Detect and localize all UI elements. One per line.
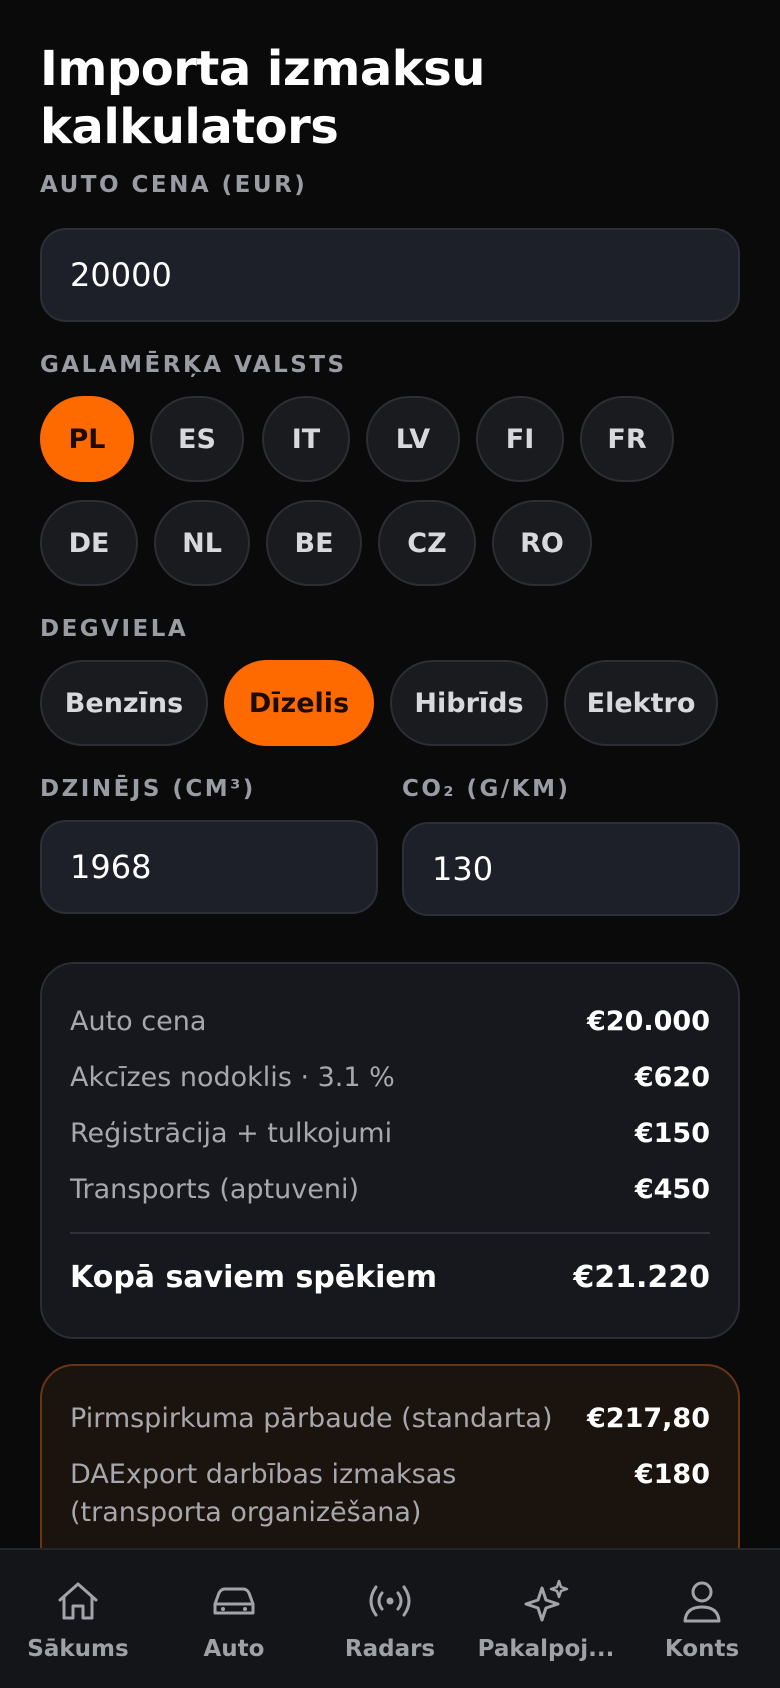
fuel-chip-petrol[interactable]: Benzīns [40, 660, 208, 746]
country-chip-be[interactable]: BE [266, 500, 362, 586]
country-chip-ro[interactable]: RO [492, 500, 592, 586]
fuel-chip-hybrid[interactable]: Hibrīds [390, 660, 548, 746]
nav-item-radar[interactable]: Radars [312, 1550, 468, 1688]
page-title: Importa izmaksu kalkulators [40, 41, 485, 155]
country-chip-cz[interactable]: CZ [378, 500, 476, 586]
engine-input[interactable]: 1968 [40, 820, 378, 914]
service-row: DAExport darbības izmaksas (transporta o… [70, 1459, 710, 1528]
summary-row: Auto cena €20.000 [70, 1006, 710, 1037]
summary-total: Kopā saviem spēkiem €21.220 [70, 1260, 710, 1295]
car-icon [213, 1587, 255, 1615]
user-icon [683, 1581, 721, 1623]
price-input[interactable]: 20000 [40, 228, 740, 322]
radar-icon [369, 1585, 411, 1617]
country-chip-fi[interactable]: FI [476, 396, 564, 482]
cost-summary-card: Auto cena €20.000 Akcīzes nodoklis · 3.1… [40, 962, 740, 1339]
co2-input[interactable]: 130 [402, 822, 740, 916]
country-chip-pl[interactable]: PL [40, 396, 134, 482]
nav-item-services[interactable]: Pakalpoj... [468, 1550, 624, 1688]
service-row: Pirmspirkuma pārbaude (standarta) €217,8… [70, 1403, 710, 1434]
engine-label: DZINĒJS (CM³) [40, 776, 256, 802]
home-icon [58, 1582, 98, 1620]
nav-item-account[interactable]: Konts [624, 1550, 780, 1688]
country-chip-es[interactable]: ES [150, 396, 244, 482]
summary-row: Akcīzes nodoklis · 3.1 % €620 [70, 1062, 710, 1093]
fuel-chip-electric[interactable]: Elektro [564, 660, 718, 746]
co2-label: CO₂ (G/KM) [402, 776, 571, 802]
summary-row: Transports (aptuveni) €450 [70, 1174, 710, 1205]
country-chip-lv[interactable]: LV [366, 396, 460, 482]
summary-row: Reģistrācija + tulkojumi €150 [70, 1118, 710, 1149]
bottom-nav: Sākums Auto Radars Pakalpoj... Konts [0, 1548, 780, 1688]
nav-item-auto[interactable]: Auto [156, 1550, 312, 1688]
calculator-page: Importa izmaksu kalkulators AUTO CENA (E… [0, 0, 780, 1688]
country-label: GALAMĒRĶA VALSTS [40, 352, 347, 378]
total-value: €21.220 [573, 1260, 710, 1295]
country-chip-de[interactable]: DE [40, 500, 138, 586]
price-label: AUTO CENA (EUR) [40, 172, 308, 198]
price-value: 20000 [70, 256, 172, 294]
nav-item-home[interactable]: Sākums [0, 1550, 156, 1688]
summary-divider [70, 1232, 710, 1234]
country-chip-it[interactable]: IT [262, 396, 350, 482]
fuel-chip-diesel[interactable]: Dīzelis [224, 660, 374, 746]
sparkles-icon [524, 1579, 569, 1622]
total-label: Kopā saviem spēkiem [70, 1260, 438, 1295]
country-chip-nl[interactable]: NL [154, 500, 250, 586]
fuel-label: DEGVIELA [40, 616, 189, 642]
country-chip-fr[interactable]: FR [580, 396, 674, 482]
co2-value: 130 [432, 850, 494, 888]
engine-value: 1968 [70, 848, 152, 886]
